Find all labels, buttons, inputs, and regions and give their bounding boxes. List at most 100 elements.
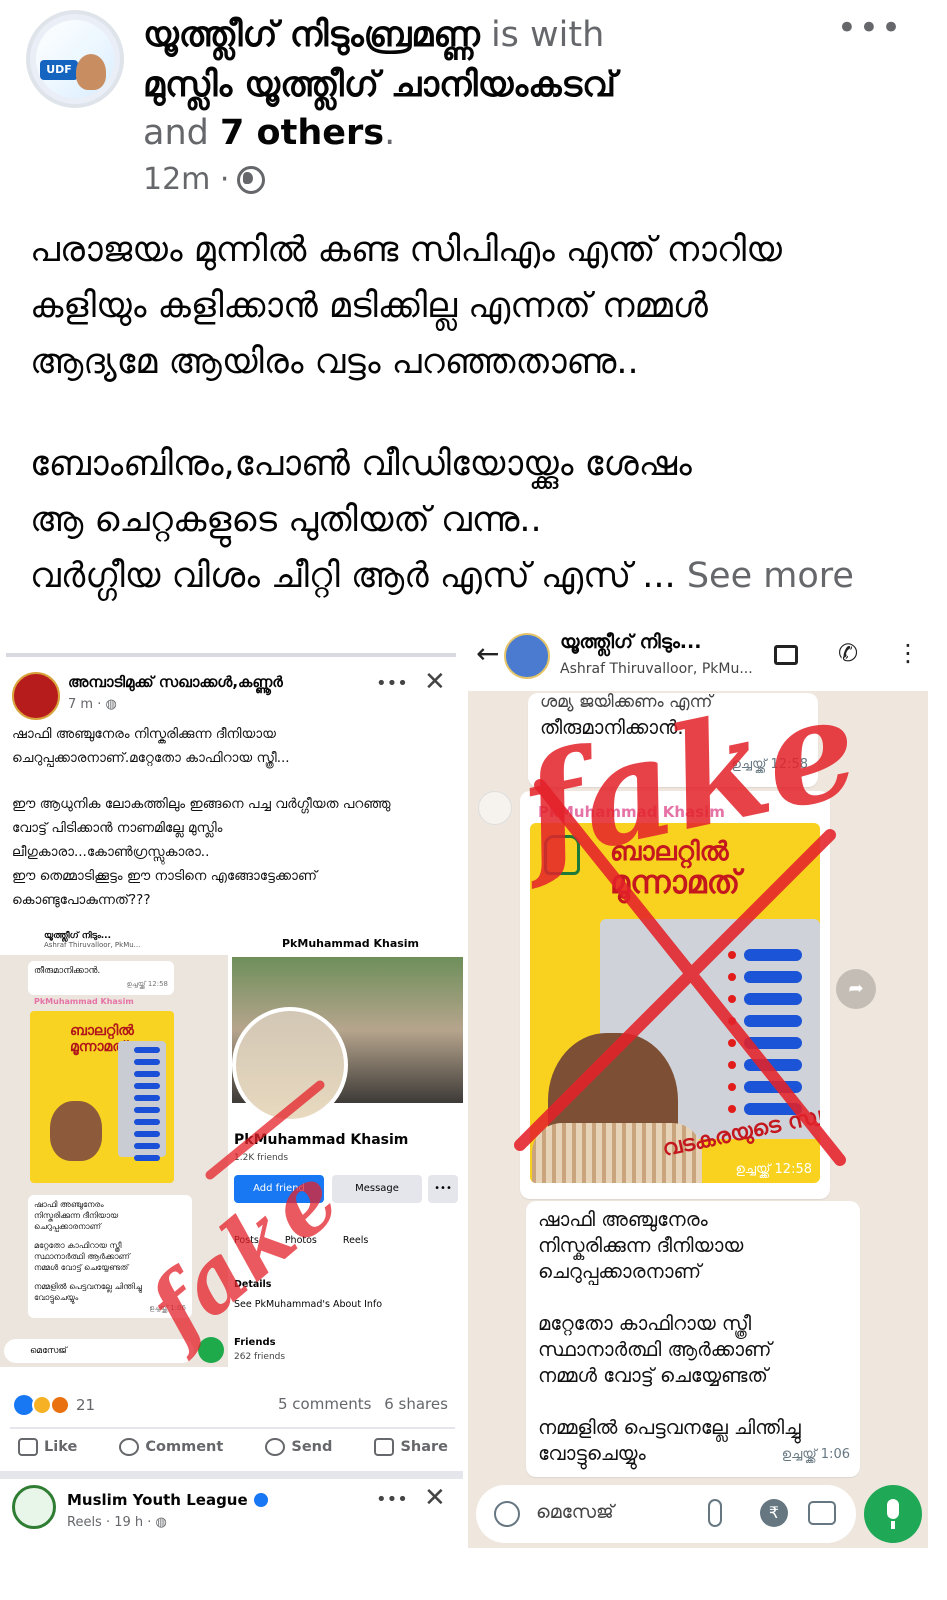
mini-message-input: മെസേജ് bbox=[4, 1339, 194, 1363]
author-avatar[interactable]: UDF bbox=[26, 10, 124, 108]
video-call-icon bbox=[774, 645, 798, 665]
avatar-face bbox=[76, 54, 106, 90]
avatar-logo-text bbox=[60, 32, 96, 52]
fb-text-line: ഈ ആധുനിക ലോകത്തിലും ഇങ്ങനെ പച്ച വർഗ്ഗീയത… bbox=[12, 796, 391, 812]
wa-msg-line: നമ്മളിൽ പെട്ടവനല്ലേ ചിന്തിച്ചു bbox=[538, 1416, 801, 1439]
globe-icon: ◍ bbox=[105, 697, 117, 712]
fb-text-line: ഈ തെമ്മാടിക്കൂട്ടം ഈ നാടിനെ എങ്ങോട്ടേക്ക… bbox=[12, 868, 317, 884]
comment-action: Comment bbox=[119, 1438, 223, 1456]
fb-text-line: ലീഗുകാരാ...കോൺഗ്രസ്സുകാരാ.. bbox=[12, 844, 210, 860]
camera-icon bbox=[808, 1501, 836, 1525]
wa-sender-name: PkMuhammad Khasim bbox=[538, 803, 725, 821]
phone-call-icon: ✆ bbox=[838, 639, 859, 667]
mini-msg-line: നിസ്കരിക്കുന്ന ദീനിയായ bbox=[34, 1211, 119, 1220]
thumbs-up-icon bbox=[18, 1438, 38, 1456]
mini-whatsapp-screenshot: യൂത്ത്ലീഗ് നിടും... Ashraf Thiruvalloor,… bbox=[0, 927, 228, 1367]
action-bar: Like Comment Send Share bbox=[18, 1438, 448, 1456]
mini-time: ഉച്ചയ്ക്ക് 12:58 bbox=[126, 980, 168, 988]
wa-header: ← യൂത്ത്ലീഗ് നിടും... Ashraf Thiruvalloo… bbox=[468, 623, 928, 691]
comment-label: Comment bbox=[145, 1439, 224, 1455]
mini-msg-line: വോട്ടുചെയ്യും bbox=[34, 1293, 79, 1302]
mini-profile-name: PkMuhammad Khasim bbox=[234, 1132, 409, 1148]
tagged-page[interactable]: മുസ്ലിം യൂത്ത്ലീഗ് ചാനിയംകടവ് bbox=[143, 65, 616, 105]
fb-inner-image: യൂത്ത്ലീഗ് നിടും... Ashraf Thiruvalloor,… bbox=[0, 927, 463, 1377]
mini-profile-tabs: Posts Photos Reels bbox=[234, 1235, 368, 1246]
send-label: Send bbox=[291, 1439, 333, 1455]
next-page-title: Muslim Youth League bbox=[67, 1491, 248, 1509]
wa-msg-line: സ്ഥാനാർത്ഥി ആർക്കാണ് bbox=[538, 1338, 772, 1361]
post-body-line: ആ ചെറ്റകളുടെ പുതിയത് വന്നു.. bbox=[30, 500, 542, 540]
globe-icon bbox=[237, 165, 266, 194]
mini-friend-count: 1.2K friends bbox=[234, 1153, 289, 1163]
mini-bubble: തീരുമാനിക്കാൻ. ഉച്ചയ്ക്ക് 12:58 bbox=[28, 961, 174, 995]
wa-group-title: യൂത്ത്ലീഗ് നിടും... bbox=[560, 631, 702, 653]
share-label: Share bbox=[400, 1439, 448, 1455]
others-line: and 7 others. bbox=[143, 110, 395, 156]
mini-sender: PkMuhammad Khasim bbox=[34, 997, 134, 1006]
mini-tab: Posts bbox=[234, 1235, 259, 1246]
post-body-line: പരാജയം മുന്നിൽ കണ്ട സിപിഎം എന്ത് നാറിയ bbox=[30, 230, 782, 270]
like-reaction-icon bbox=[14, 1395, 34, 1415]
attach-icon bbox=[708, 1499, 722, 1527]
sender-avatar bbox=[478, 791, 512, 825]
hand-symbol-icon bbox=[544, 835, 580, 875]
mini-mic-icon bbox=[198, 1337, 224, 1363]
post-author-line: യൂത്ത്ലീഗ് നിടുംബ്രമണ്ണ is with bbox=[143, 12, 604, 58]
mini-candidate bbox=[50, 1101, 102, 1161]
whatsapp-screenshot: ← യൂത്ത്ലീഗ് നിടും... Ashraf Thiruvalloo… bbox=[468, 623, 928, 1548]
wa-msg-line: വോട്ടുചെയ്യും bbox=[538, 1442, 646, 1465]
like-action: Like bbox=[18, 1438, 77, 1456]
mini-message-bubble: ഷാഫി അഞ്ചുനേരം നിസ്കരിക്കുന്ന ദീനിയായ ചെ… bbox=[28, 1195, 192, 1318]
wa-msg-line: നമ്മൾ വോട്ട് ചെയ്യേണ്ടത് bbox=[538, 1364, 768, 1387]
share-icon bbox=[374, 1438, 395, 1456]
mini-details-heading: Details bbox=[234, 1279, 272, 1290]
others-link[interactable]: 7 others bbox=[220, 113, 384, 153]
mini-poster: ബാലറ്റിൽ മൂന്നാമത് bbox=[30, 1011, 174, 1183]
post-meta: 12m · bbox=[143, 162, 266, 197]
mini-message-button: Message bbox=[332, 1175, 422, 1203]
back-arrow-icon: ← bbox=[476, 637, 500, 670]
mini-msg-line: ഷാഫി അഞ്ചുനേരം bbox=[34, 1200, 104, 1209]
mini-profile-picture bbox=[232, 1007, 348, 1123]
engagement-counts: 5 comments 6 shares bbox=[278, 1395, 448, 1413]
close-icon: ✕ bbox=[424, 667, 446, 697]
verified-badge-icon bbox=[253, 1493, 268, 1507]
fb-text-line: ചെറുപ്പക്കാരനാണ്.മറ്റേതോ കാഫിറായ സ്ത്രീ.… bbox=[12, 750, 290, 766]
group-avatar bbox=[504, 633, 550, 679]
period: . bbox=[384, 113, 396, 153]
mini-bubble-text: തീരുമാനിക്കാൻ. bbox=[34, 966, 101, 976]
fb-time-text: 7 m · bbox=[68, 697, 106, 712]
wa-input-placeholder: മെസേജ് bbox=[536, 1501, 614, 1523]
post-header: UDF യൂത്ത്ലീഗ് നിടുംബ്രമണ്ണ is with മുസ്… bbox=[0, 0, 947, 215]
attached-image[interactable]: അമ്പാടിമുക്ക് സഖാക്കൾ,കണ്ണൂർ 7 m · ◍ •••… bbox=[0, 615, 947, 1600]
post-body: പരാജയം മുന്നിൽ കണ്ട സിപിഎം എന്ത് നാറിയ ക… bbox=[30, 222, 910, 604]
mini-friends-total: 262 friends bbox=[234, 1352, 286, 1362]
emoji-icon bbox=[494, 1501, 520, 1527]
post-body-line: ആദ്യമേ ആയിരം വട്ടം പറഞ്ഞതാണു.. bbox=[30, 342, 639, 382]
comment-icon bbox=[119, 1438, 140, 1456]
mini-msg-line: സ്ഥാനാർത്ഥി ആർക്കാണ് bbox=[34, 1252, 130, 1261]
fb-text-line: കൊണ്ടുപോകുന്നത്??? bbox=[12, 892, 151, 908]
wa-message-input: മെസേജ് ₹ bbox=[476, 1485, 856, 1543]
post-body-line: കളിയും കളിക്കാൻ മടിക്കില്ല എന്നത് നമ്മൾ bbox=[30, 286, 708, 326]
mini-tab: Photos bbox=[284, 1235, 317, 1246]
mini-time: ഉച്ചയ്ക്ക് 1:06 bbox=[149, 1304, 186, 1312]
more-options-icon[interactable]: ••• bbox=[837, 8, 903, 48]
divider bbox=[10, 1427, 455, 1429]
next-page-sub: Reels · 19 h · bbox=[67, 1515, 156, 1530]
poster-title-2: മൂന്നാമത് bbox=[610, 863, 741, 901]
mini-profile-title: PkMuhammad Khasim bbox=[282, 937, 420, 950]
post-time[interactable]: 12m · bbox=[143, 162, 229, 197]
wa-msg-line: ഷാഫി അഞ്ചുനേരം bbox=[538, 1208, 708, 1231]
reaction-count: 21 bbox=[76, 1396, 96, 1414]
angry-reaction-icon bbox=[50, 1395, 70, 1415]
mini-msg-line: ചെറുപ്പക്കാരനാണ് bbox=[34, 1222, 101, 1231]
globe-icon: ◍ bbox=[155, 1515, 167, 1530]
mini-wa-header: യൂത്ത്ലീഗ് നിടും... Ashraf Thiruvalloor,… bbox=[0, 927, 228, 955]
share-action: Share bbox=[374, 1438, 448, 1456]
next-page-name: Muslim Youth League bbox=[67, 1491, 268, 1509]
see-more-link[interactable]: See more bbox=[687, 556, 854, 596]
tagged-line: മുസ്ലിം യൂത്ത്ലീഗ് ചാനിയംകടവ് bbox=[143, 62, 616, 108]
post-author[interactable]: യൂത്ത്ലീഗ് നിടുംബ്രമണ്ണ bbox=[143, 15, 480, 55]
